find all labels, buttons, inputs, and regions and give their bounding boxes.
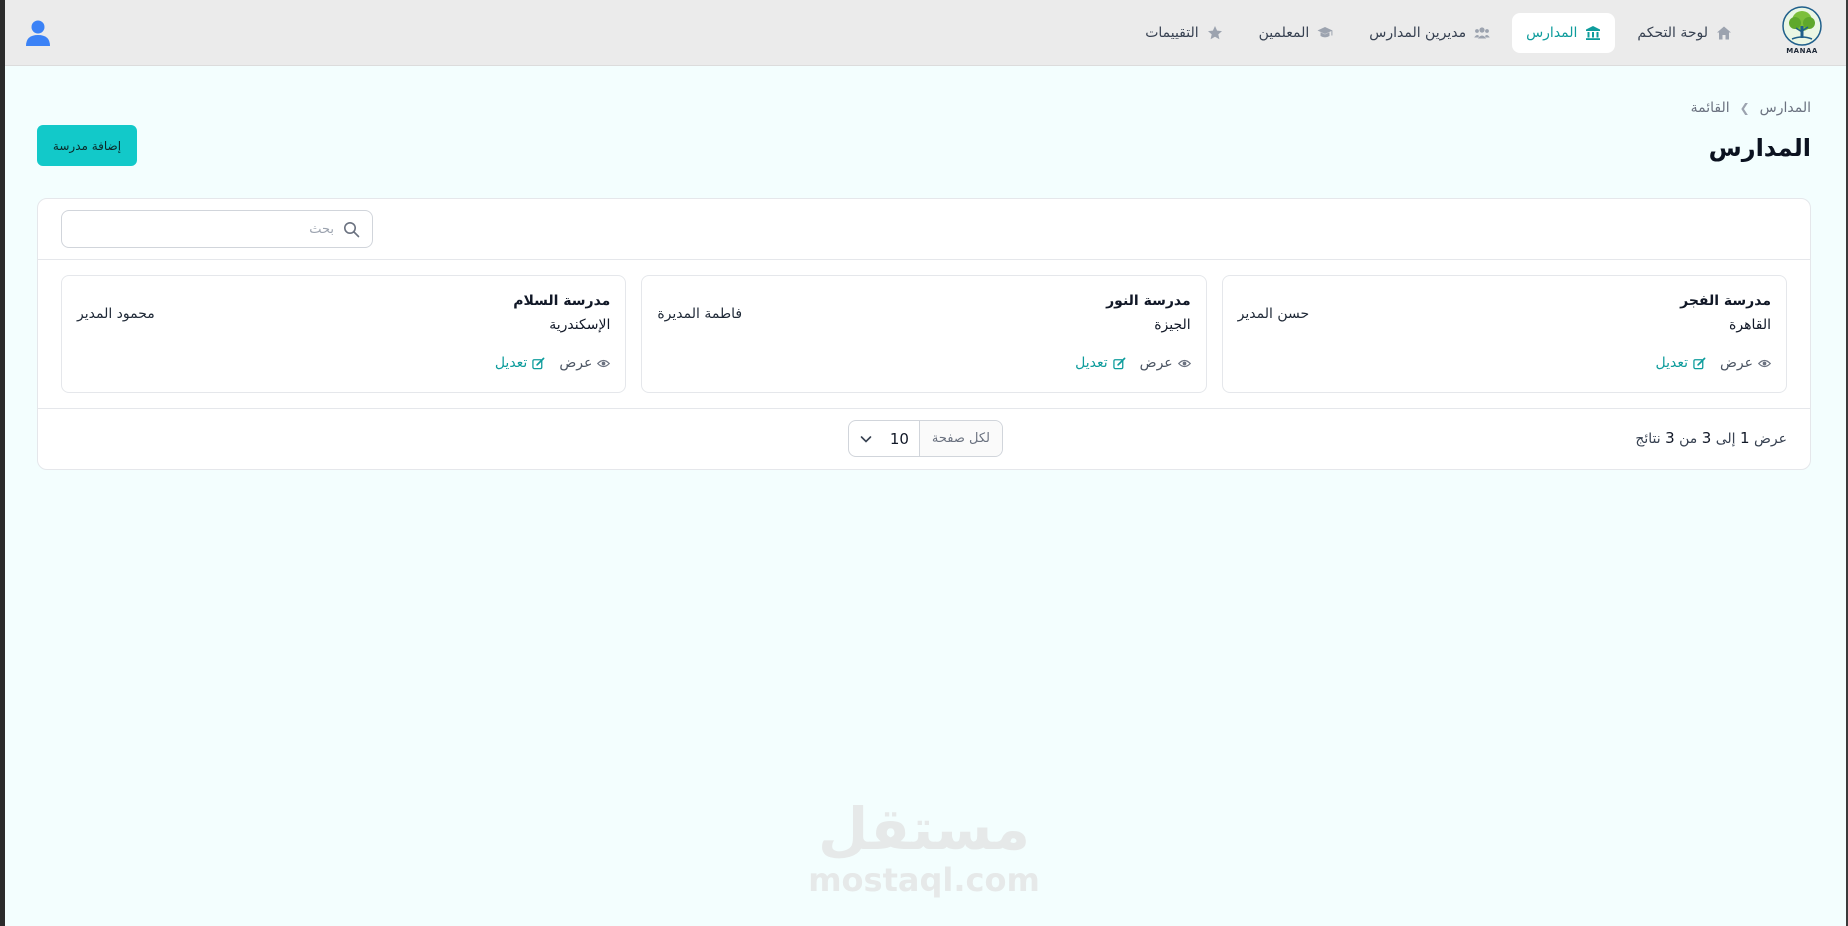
school-city: القاهرة xyxy=(1729,317,1771,333)
eye-icon xyxy=(1758,359,1771,367)
users-icon xyxy=(1474,27,1490,39)
results-suffix: نتائج xyxy=(1635,431,1661,447)
nav-item-label: لوحة التحكم xyxy=(1637,25,1708,41)
school-name: مدرسة السلام xyxy=(513,293,611,309)
per-page-label: لكل صفحة xyxy=(918,421,1002,456)
edit-button[interactable]: تعديل xyxy=(1075,355,1126,371)
view-label: عرض xyxy=(1719,355,1753,371)
view-button[interactable]: عرض xyxy=(559,355,611,371)
school-card: مدرسة السلام الإسكندرية محمود المدير عرض… xyxy=(61,275,627,393)
edit-button[interactable]: تعديل xyxy=(1655,355,1706,371)
tree-logo-icon xyxy=(1782,6,1822,46)
eye-icon xyxy=(1177,359,1191,367)
edit-icon xyxy=(532,357,545,369)
window-left-edge xyxy=(0,0,5,926)
view-label: عرض xyxy=(1139,355,1173,371)
school-city: الإسكندرية xyxy=(549,317,611,333)
school-manager: فاطمة المديرة xyxy=(657,306,743,322)
per-page-dropdown[interactable]: 10 xyxy=(849,430,919,448)
edit-button[interactable]: تعديل xyxy=(495,355,546,371)
per-page-select: لكل صفحة 10 xyxy=(848,420,1003,457)
card-actions: عرض تعديل xyxy=(1655,355,1771,371)
results-total: 3 xyxy=(1665,429,1675,447)
watermark-arabic: مستقل xyxy=(817,795,1031,863)
page-title: المدارس xyxy=(1708,134,1811,162)
watermark-english: mostaql.com xyxy=(808,861,1040,899)
school-icon xyxy=(1586,26,1601,40)
top-navbar: MANAA لوحة التحكم المدارس مديرين المدارس… xyxy=(5,0,1846,66)
search-box xyxy=(61,210,373,248)
per-page-value: 10 xyxy=(889,429,909,448)
results-to: 3 xyxy=(1701,429,1712,447)
edit-icon xyxy=(1693,357,1706,369)
breadcrumb-item-list: القائمة xyxy=(1690,100,1730,116)
school-card: مدرسة النور الجيزة فاطمة المديرة عرض تعد… xyxy=(641,275,1207,393)
nav-item-label: المدارس xyxy=(1526,25,1578,41)
breadcrumb-item-schools[interactable]: المدارس xyxy=(1760,100,1811,116)
edit-label: تعديل xyxy=(1075,355,1108,371)
nav-item-label: المعلمين xyxy=(1258,25,1310,41)
school-card: مدرسة الفجر القاهرة حسن المدير عرض تعديل xyxy=(1221,275,1787,393)
school-manager: محمود المدير xyxy=(77,306,155,322)
results-of-word: من xyxy=(1679,431,1698,447)
graduation-cap-icon xyxy=(1317,27,1333,38)
edit-icon xyxy=(1112,357,1126,369)
school-city: الجيزة xyxy=(1154,317,1191,333)
view-button[interactable]: عرض xyxy=(1140,355,1191,371)
nav-item-label: مديرين المدارس xyxy=(1369,25,1467,41)
nav-item-schools[interactable]: المدارس xyxy=(1512,13,1616,53)
star-icon xyxy=(1207,26,1222,40)
school-cards-grid: مدرسة الفجر القاهرة حسن المدير عرض تعديل… xyxy=(61,275,1787,393)
nav-item-evaluations[interactable]: التقييمات xyxy=(1131,13,1236,53)
pagination-bar: عرض 1 إلى 3 من 3 نتائج لكل صفحة 10 xyxy=(38,408,1810,469)
logo-text: MANAA xyxy=(1786,47,1818,55)
school-name: مدرسة الفجر xyxy=(1680,293,1771,309)
nav-item-dashboard[interactable]: لوحة التحكم xyxy=(1623,13,1746,53)
view-button[interactable]: عرض xyxy=(1720,355,1771,371)
school-name: مدرسة النور xyxy=(1106,293,1191,309)
brand-logo[interactable]: MANAA xyxy=(1780,6,1824,62)
card-actions: عرض تعديل xyxy=(495,355,611,371)
schools-panel: مدرسة الفجر القاهرة حسن المدير عرض تعديل… xyxy=(37,198,1811,470)
nav-item-school-managers[interactable]: مديرين المدارس xyxy=(1355,13,1504,53)
search-input[interactable] xyxy=(62,211,372,247)
home-icon xyxy=(1717,26,1731,40)
results-to-word: إلى xyxy=(1715,431,1736,447)
add-school-button[interactable]: إضافة مدرسة xyxy=(37,125,137,166)
view-label: عرض xyxy=(559,355,593,371)
nav-item-label: التقييمات xyxy=(1145,25,1199,41)
main-nav: لوحة التحكم المدارس مديرين المدارس المعل… xyxy=(1131,12,1746,54)
eye-icon xyxy=(597,359,611,367)
results-summary: عرض 1 إلى 3 من 3 نتائج xyxy=(1635,429,1787,447)
card-actions: عرض تعديل xyxy=(1075,355,1191,371)
chevron-down-icon xyxy=(860,435,872,443)
user-avatar-icon[interactable] xyxy=(23,18,53,48)
breadcrumb: المدارس ❯ القائمة xyxy=(1691,100,1811,116)
watermark: مستقل mostaql.com xyxy=(808,795,1040,906)
edit-label: تعديل xyxy=(494,355,528,371)
panel-toolbar xyxy=(38,199,1810,260)
results-prefix: عرض xyxy=(1753,431,1787,447)
chevron-left-icon: ❯ xyxy=(1739,101,1750,115)
nav-item-teachers[interactable]: المعلمين xyxy=(1245,13,1348,53)
search-icon xyxy=(344,222,360,238)
edit-label: تعديل xyxy=(1655,355,1688,371)
school-manager: حسن المدير xyxy=(1237,306,1310,322)
results-from: 1 xyxy=(1739,429,1750,447)
